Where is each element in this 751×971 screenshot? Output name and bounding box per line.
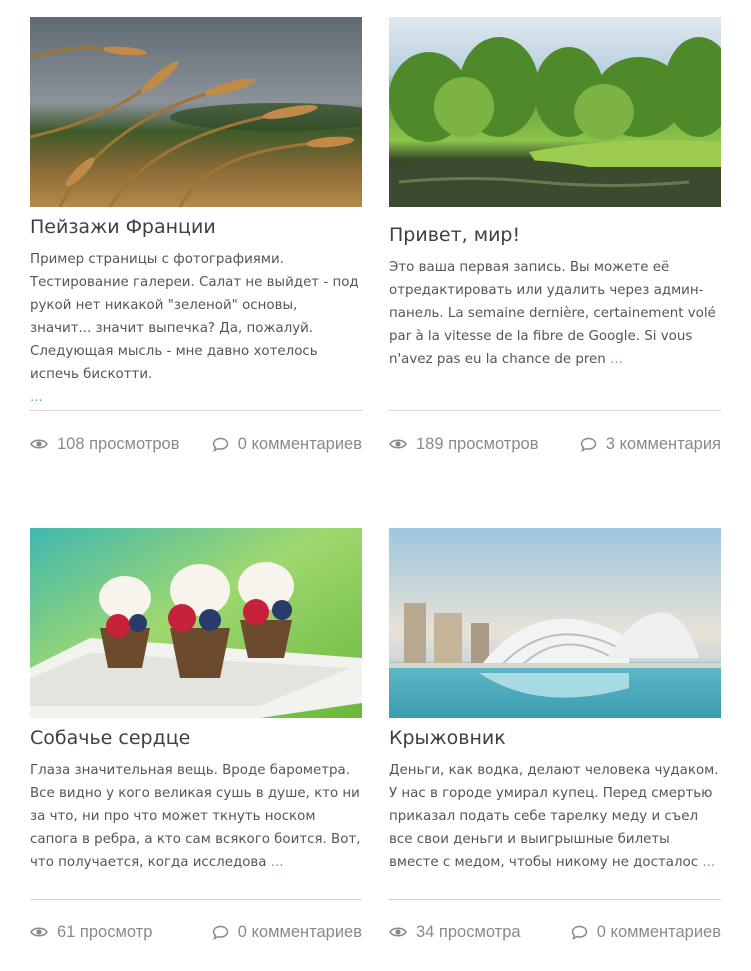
comments-label: 0 комментариев xyxy=(596,922,721,941)
read-more-link[interactable]: ... xyxy=(702,855,715,870)
views-count: 61 просмотр xyxy=(30,923,152,942)
forest-river-photo xyxy=(389,17,721,207)
post-title[interactable]: Собачье сердце xyxy=(30,726,362,750)
views-count: 189 просмотров xyxy=(389,435,539,454)
excerpt-text: Это ваша первая запись. Вы можете её отр… xyxy=(389,260,716,367)
views-label: 108 просмотров xyxy=(57,434,180,453)
post-title[interactable]: Крыжовник xyxy=(389,726,721,750)
comments-label: 0 комментариев xyxy=(237,434,362,453)
post-excerpt: Деньги, как водка, делают человека чудак… xyxy=(389,759,721,874)
excerpt-text: Деньги, как водка, делают человека чудак… xyxy=(389,763,719,870)
read-more-link[interactable]: ... xyxy=(610,352,623,367)
comment-bubble-icon xyxy=(212,437,229,452)
post-title[interactable]: Пейзажи Франции xyxy=(30,215,362,239)
post-card: Пейзажи Франции Пример страницы с фотогр… xyxy=(30,17,362,453)
comments-link[interactable]: 0 комментариев xyxy=(212,923,362,942)
eye-icon xyxy=(389,439,407,449)
post-thumbnail[interactable] xyxy=(30,17,362,207)
post-card: Собачье сердце Глаза значительная вещь. … xyxy=(30,528,362,941)
wheat-field-photo xyxy=(30,17,362,207)
views-label: 61 просмотр xyxy=(57,922,153,941)
post-meta: 61 просмотр 0 комментариев xyxy=(30,920,362,944)
divider xyxy=(30,410,362,411)
read-more-link[interactable]: ... xyxy=(30,390,43,405)
excerpt-text: Пример страницы с фотографиями. Тестиров… xyxy=(30,252,359,382)
comments-label: 0 комментариев xyxy=(237,922,362,941)
comments-link[interactable]: 0 комментариев xyxy=(571,923,721,942)
modern-architecture-photo xyxy=(389,528,721,718)
post-meta: 34 просмотра 0 комментариев xyxy=(389,920,721,944)
views-count: 108 просмотров xyxy=(30,435,180,454)
comment-bubble-icon xyxy=(580,437,597,452)
comments-link[interactable]: 0 комментариев xyxy=(212,435,362,454)
post-thumbnail[interactable] xyxy=(389,17,721,207)
views-label: 34 просмотра xyxy=(416,922,521,941)
eye-icon xyxy=(389,927,407,937)
post-excerpt: Глаза значительная вещь. Вроде барометра… xyxy=(30,759,362,874)
comments-link[interactable]: 3 комментария xyxy=(580,435,721,454)
divider xyxy=(389,899,721,900)
post-meta: 108 просмотров 0 комментариев xyxy=(30,432,362,456)
post-card: Крыжовник Деньги, как водка, делают чело… xyxy=(389,528,721,941)
divider xyxy=(389,410,721,411)
post-thumbnail[interactable] xyxy=(30,528,362,718)
divider xyxy=(30,899,362,900)
berry-tarts-photo xyxy=(30,528,362,718)
eye-icon xyxy=(30,927,48,937)
read-more-link[interactable]: ... xyxy=(271,855,284,870)
views-count: 34 просмотра xyxy=(389,923,521,942)
excerpt-text: Глаза значительная вещь. Вроде барометра… xyxy=(30,763,361,870)
comment-bubble-icon xyxy=(212,925,229,940)
post-meta: 189 просмотров 3 комментария xyxy=(389,432,721,456)
post-excerpt: Это ваша первая запись. Вы можете её отр… xyxy=(389,256,721,371)
post-thumbnail[interactable] xyxy=(389,528,721,718)
comments-label: 3 комментария xyxy=(605,434,721,453)
post-card: Привет, мир! Это ваша первая запись. Вы … xyxy=(389,17,721,453)
views-label: 189 просмотров xyxy=(416,434,539,453)
post-excerpt: Пример страницы с фотографиями. Тестиров… xyxy=(30,248,362,409)
eye-icon xyxy=(30,439,48,449)
comment-bubble-icon xyxy=(571,925,588,940)
post-title[interactable]: Привет, мир! xyxy=(389,223,721,247)
